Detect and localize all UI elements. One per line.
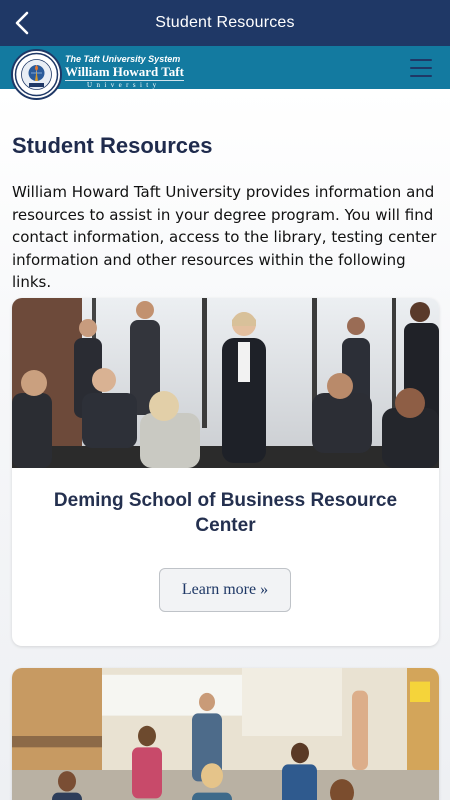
card-title: Deming School of Business Resource Cente…	[53, 490, 398, 536]
resource-card-2	[12, 668, 439, 800]
back-button[interactable]	[6, 7, 38, 39]
seal-torch-icon	[14, 52, 59, 97]
app-bar-title: Student Resources	[155, 14, 295, 31]
intro-paragraph: William Howard Taft University provides …	[12, 183, 437, 291]
brand-wordmark[interactable]: The Taft University System William Howar…	[65, 54, 184, 89]
business-meeting-photo	[12, 298, 439, 468]
chevron-left-icon	[15, 11, 29, 35]
page-title: Student Resources	[12, 133, 213, 158]
hamburger-menu-icon[interactable]	[410, 59, 432, 77]
learn-more-button[interactable]: Learn more »	[159, 568, 291, 612]
university-seal-logo[interactable]	[11, 49, 62, 100]
classroom-photo	[12, 668, 439, 800]
app-screen: Student Resources The Taft University Sy…	[0, 0, 450, 800]
university-word: University	[65, 80, 184, 89]
page-content: Student Resources William Howard Taft Un…	[0, 89, 450, 800]
site-header: The Taft University System William Howar…	[0, 46, 450, 100]
resource-card: Deming School of Business Resource Cente…	[12, 298, 439, 646]
university-name: William Howard Taft	[65, 64, 184, 79]
app-bar: Student Resources	[0, 0, 450, 46]
